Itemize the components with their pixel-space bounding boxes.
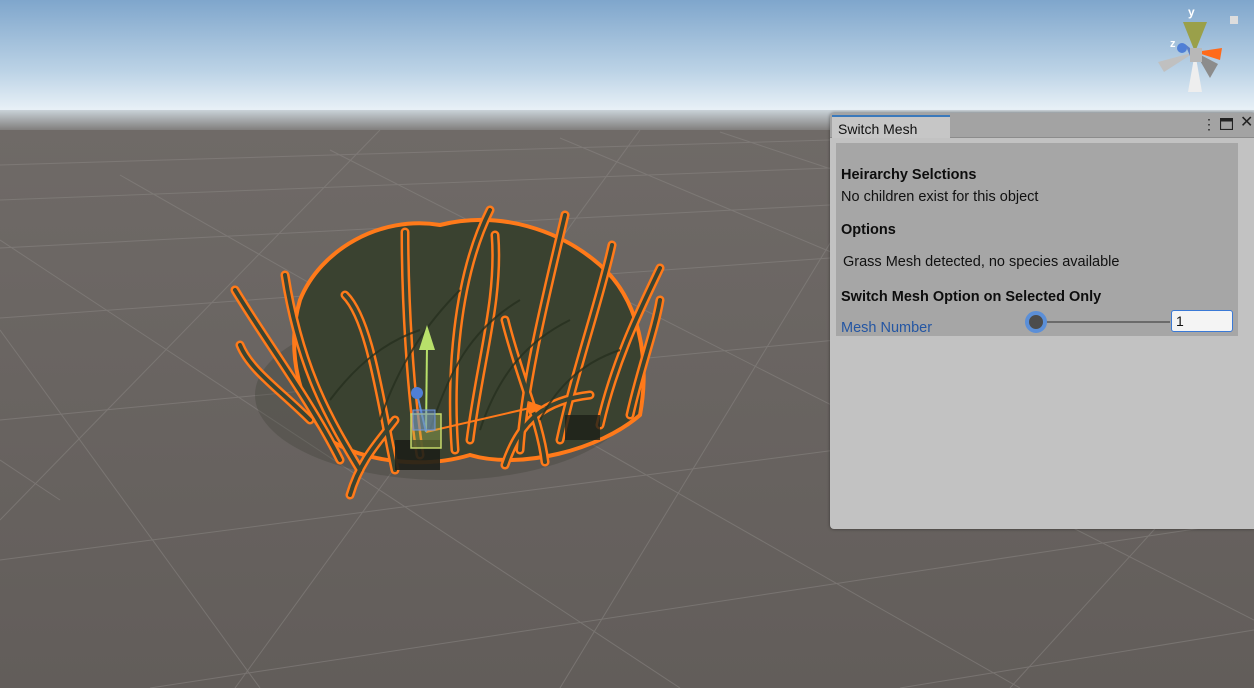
- mesh-number-label[interactable]: Mesh Number: [841, 320, 932, 336]
- tab-switch-mesh[interactable]: Switch Mesh: [832, 115, 950, 138]
- mesh-number-slider-track[interactable]: [1040, 321, 1170, 323]
- hierarchy-header: Heirarchy Selctions: [841, 167, 977, 183]
- mesh-number-slider-thumb[interactable]: [1025, 311, 1047, 333]
- maximize-icon[interactable]: [1219, 117, 1234, 133]
- inspector-content: Heirarchy Selctions No children exist fo…: [836, 143, 1238, 336]
- window-tab-bar: Switch Mesh ⋮ ✕: [830, 113, 1254, 138]
- options-text: Grass Mesh detected, no species availabl…: [843, 254, 1120, 270]
- scene-orientation-gizmo[interactable]: y z: [1150, 4, 1240, 94]
- hierarchy-text: No children exist for this object: [841, 189, 1039, 205]
- options-header: Options: [841, 222, 896, 238]
- switch-mesh-window: Switch Mesh ⋮ ✕ Heirarchy Selctions No c…: [830, 113, 1254, 529]
- mesh-number-field[interactable]: [1171, 310, 1233, 332]
- lock-icon: [1230, 16, 1238, 24]
- gizmo-y-label: y: [1188, 5, 1195, 19]
- gizmo-z-label: z: [1170, 38, 1176, 50]
- close-icon[interactable]: ✕: [1240, 115, 1253, 131]
- kebab-menu-icon[interactable]: ⋮: [1202, 116, 1216, 132]
- switch-mesh-header: Switch Mesh Option on Selected Only: [841, 289, 1102, 305]
